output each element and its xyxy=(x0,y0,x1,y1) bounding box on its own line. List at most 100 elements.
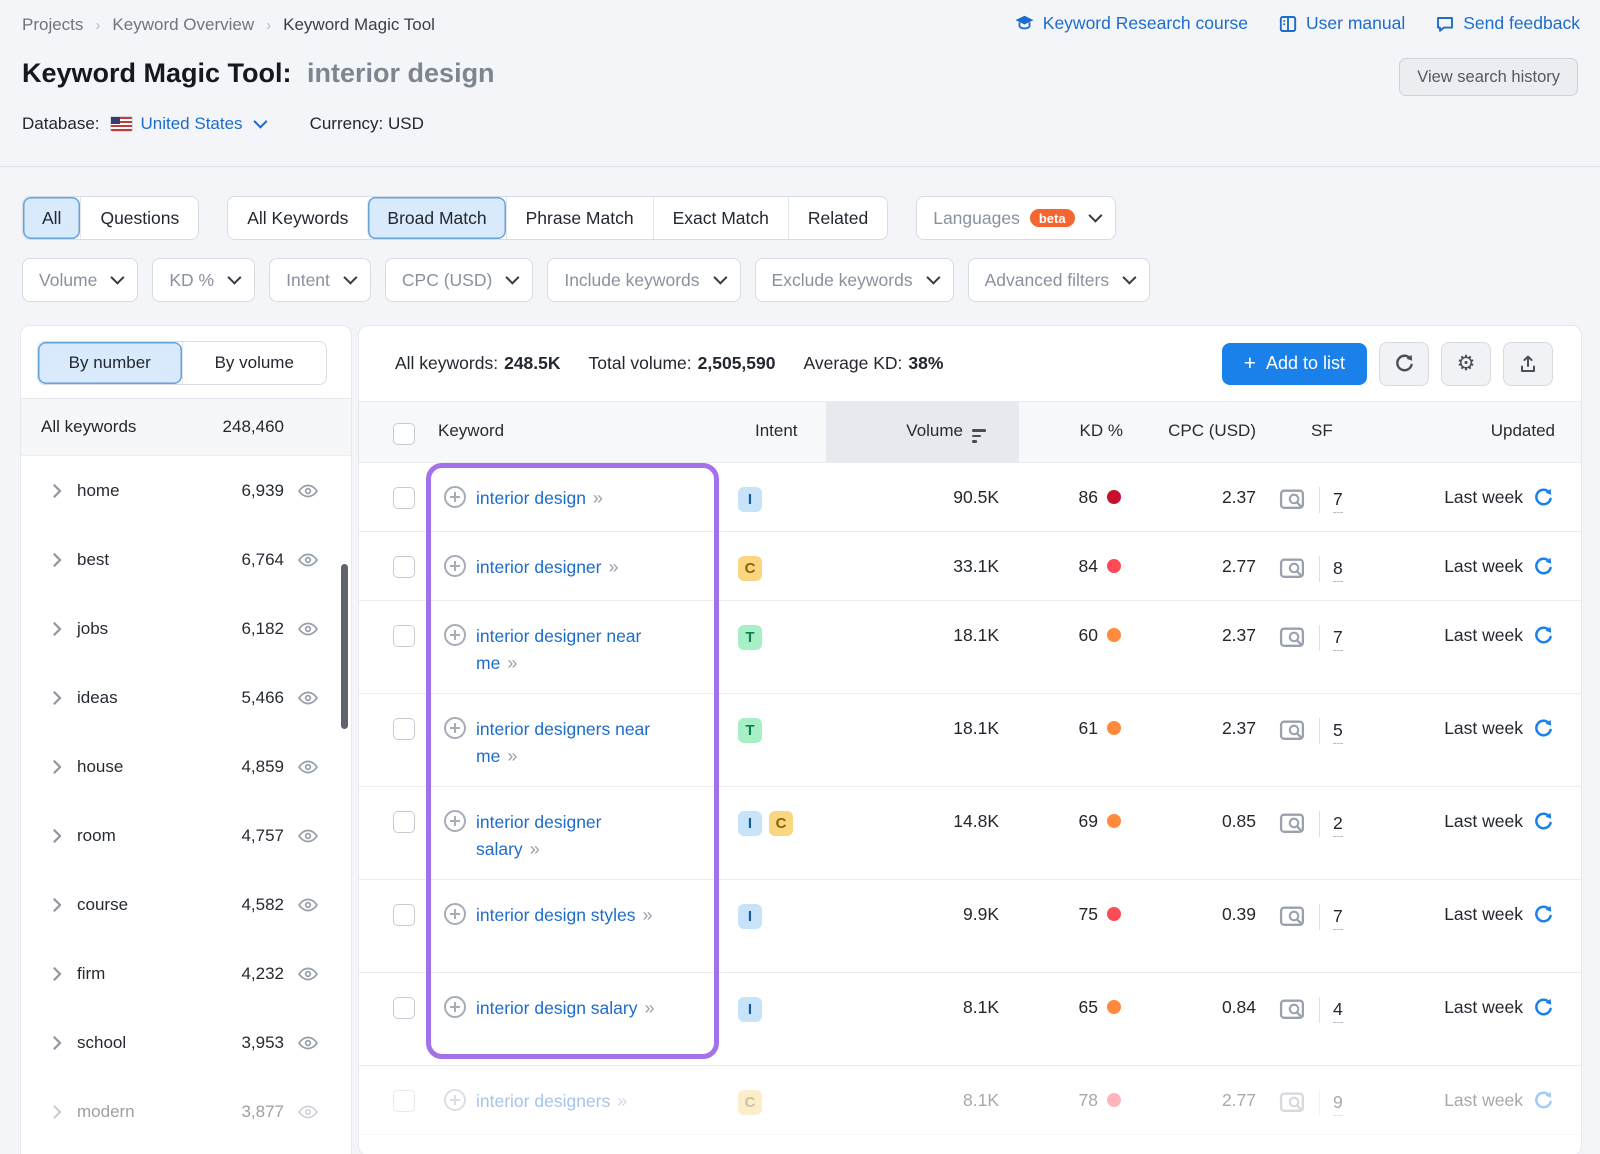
chevron-right-icon[interactable] xyxy=(53,966,62,981)
match-tab-related[interactable]: Related xyxy=(787,197,887,239)
row-checkbox[interactable] xyxy=(393,997,415,1019)
keyword-research-course-link[interactable]: Keyword Research course xyxy=(1014,13,1248,34)
keyword-group-ideas[interactable]: ideas 5,466 xyxy=(21,663,351,732)
add-keyword-icon[interactable] xyxy=(444,717,466,739)
keyword-group-school[interactable]: school 3,953 xyxy=(21,1008,351,1077)
chevron-right-icon[interactable] xyxy=(53,1104,62,1119)
serp-preview-icon[interactable] xyxy=(1279,719,1306,742)
serp-preview-icon[interactable] xyxy=(1279,1091,1306,1114)
sf-value[interactable]: 5 xyxy=(1333,718,1343,744)
eye-icon[interactable] xyxy=(298,484,318,498)
keyword-group-home[interactable]: home 6,939 xyxy=(21,456,351,525)
eye-icon[interactable] xyxy=(298,1105,318,1119)
match-tab-exact-match[interactable]: Exact Match xyxy=(652,197,788,239)
refresh-metrics-icon[interactable] xyxy=(1533,1090,1554,1111)
add-keyword-icon[interactable] xyxy=(444,624,466,646)
keyword-link[interactable]: interior designers near me xyxy=(476,719,650,766)
row-checkbox[interactable] xyxy=(393,718,415,740)
export-button[interactable] xyxy=(1503,341,1553,386)
refresh-button[interactable] xyxy=(1379,341,1429,386)
add-keyword-icon[interactable] xyxy=(444,903,466,925)
eye-icon[interactable] xyxy=(298,622,318,636)
chevron-right-icon[interactable] xyxy=(53,483,62,498)
languages-dropdown[interactable]: Languages beta xyxy=(916,196,1116,240)
keyword-group-room[interactable]: room 4,757 xyxy=(21,801,351,870)
all-keywords-row[interactable]: All keywords 248,460 xyxy=(21,399,351,456)
sf-value[interactable]: 8 xyxy=(1333,556,1343,582)
chevron-right-icon[interactable] xyxy=(53,828,62,843)
serp-preview-icon[interactable] xyxy=(1279,488,1306,511)
column-header-keyword[interactable]: Keyword xyxy=(438,421,504,441)
row-checkbox[interactable] xyxy=(393,625,415,647)
refresh-metrics-icon[interactable] xyxy=(1533,811,1554,832)
keyword-link[interactable]: interior design styles xyxy=(476,905,636,925)
filter-dropdown-intent[interactable]: Intent xyxy=(269,258,371,302)
chevron-right-icon[interactable] xyxy=(53,1035,62,1050)
select-all-checkbox[interactable] xyxy=(393,423,415,445)
serp-preview-icon[interactable] xyxy=(1279,998,1306,1021)
expand-keyword-icon[interactable]: » xyxy=(643,905,654,925)
chevron-right-icon[interactable] xyxy=(53,552,62,567)
filter-dropdown-exclude-keywords[interactable]: Exclude keywords xyxy=(754,258,954,302)
send-feedback-link[interactable]: Send feedback xyxy=(1435,13,1580,34)
chevron-right-icon[interactable] xyxy=(53,690,62,705)
sf-value[interactable]: 7 xyxy=(1333,904,1343,930)
keyword-group-firm[interactable]: firm 4,232 xyxy=(21,939,351,1008)
expand-keyword-icon[interactable]: » xyxy=(530,839,541,859)
row-checkbox[interactable] xyxy=(393,556,415,578)
match-tab-broad-match[interactable]: Broad Match xyxy=(367,197,506,239)
sort-by-volume-button[interactable]: By volume xyxy=(181,342,327,384)
keyword-link[interactable]: interior designer near me xyxy=(476,626,641,673)
keyword-group-jobs[interactable]: jobs 6,182 xyxy=(21,594,351,663)
column-header-cpc[interactable]: CPC (USD) xyxy=(1168,421,1256,441)
row-checkbox[interactable] xyxy=(393,1090,415,1112)
refresh-metrics-icon[interactable] xyxy=(1533,625,1554,646)
eye-icon[interactable] xyxy=(298,691,318,705)
refresh-metrics-icon[interactable] xyxy=(1533,487,1554,508)
expand-keyword-icon[interactable]: » xyxy=(617,1091,628,1111)
chevron-right-icon[interactable] xyxy=(53,897,62,912)
add-keyword-icon[interactable] xyxy=(444,486,466,508)
chevron-right-icon[interactable] xyxy=(53,759,62,774)
match-tab-all-keywords[interactable]: All Keywords xyxy=(228,197,367,239)
eye-icon[interactable] xyxy=(298,829,318,843)
keyword-group-course[interactable]: course 4,582 xyxy=(21,870,351,939)
keyword-link[interactable]: interior designers xyxy=(476,1091,610,1111)
expand-keyword-icon[interactable]: » xyxy=(507,653,518,673)
filter-dropdown-cpc-usd-[interactable]: CPC (USD) xyxy=(384,258,534,302)
settings-button[interactable]: ⚙ xyxy=(1441,341,1491,386)
filter-dropdown-volume[interactable]: Volume xyxy=(22,258,139,302)
breadcrumb-projects[interactable]: Projects xyxy=(22,15,83,35)
expand-keyword-icon[interactable]: » xyxy=(507,746,518,766)
eye-icon[interactable] xyxy=(298,967,318,981)
user-manual-link[interactable]: User manual xyxy=(1278,13,1405,34)
column-header-sf[interactable]: SF xyxy=(1311,421,1333,441)
keyword-link[interactable]: interior design salary xyxy=(476,998,637,1018)
sidebar-scrollbar[interactable] xyxy=(341,564,348,729)
keyword-link[interactable]: interior designer xyxy=(476,557,601,577)
row-checkbox[interactable] xyxy=(393,811,415,833)
serp-preview-icon[interactable] xyxy=(1279,812,1306,835)
serp-preview-icon[interactable] xyxy=(1279,626,1306,649)
add-to-list-button[interactable]: + Add to list xyxy=(1221,342,1367,385)
add-keyword-icon[interactable] xyxy=(444,996,466,1018)
refresh-metrics-icon[interactable] xyxy=(1533,997,1554,1018)
refresh-metrics-icon[interactable] xyxy=(1533,556,1554,577)
add-keyword-icon[interactable] xyxy=(444,810,466,832)
filter-dropdown-advanced-filters[interactable]: Advanced filters xyxy=(967,258,1151,302)
eye-icon[interactable] xyxy=(298,898,318,912)
sf-value[interactable]: 9 xyxy=(1333,1090,1343,1116)
refresh-metrics-icon[interactable] xyxy=(1533,904,1554,925)
match-tab-all[interactable]: All xyxy=(23,197,81,239)
sf-value[interactable]: 7 xyxy=(1333,625,1343,651)
column-header-kd[interactable]: KD % xyxy=(1080,421,1123,441)
serp-preview-icon[interactable] xyxy=(1279,557,1306,580)
database-select[interactable]: United States xyxy=(141,114,268,134)
keyword-group-best[interactable]: best 6,764 xyxy=(21,525,351,594)
match-tab-phrase-match[interactable]: Phrase Match xyxy=(505,197,653,239)
eye-icon[interactable] xyxy=(298,553,318,567)
expand-keyword-icon[interactable]: » xyxy=(593,488,604,508)
view-search-history-button[interactable]: View search history xyxy=(1399,58,1578,96)
expand-keyword-icon[interactable]: » xyxy=(608,557,619,577)
refresh-metrics-icon[interactable] xyxy=(1533,718,1554,739)
